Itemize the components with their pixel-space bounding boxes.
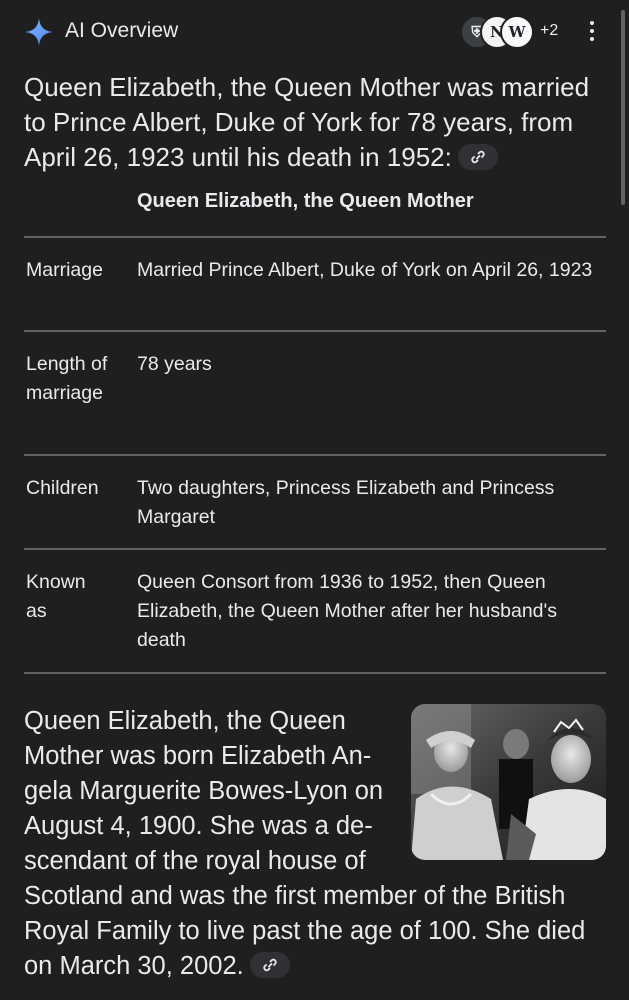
citation-link-button[interactable] <box>457 144 498 171</box>
ai-overview-header: AI Overview ⛨ N W +2 <box>24 14 614 50</box>
more-sources-count[interactable]: +2 <box>540 22 558 40</box>
table-row: Marriage Married Prince Albert, Duke of … <box>24 236 606 330</box>
row-label: Children <box>26 477 99 499</box>
table-row: Children Two daughters, Princess Elizabe… <box>24 454 606 548</box>
table-divider <box>24 672 606 674</box>
table-row: Known as Queen Consort from 1936 to 1952… <box>24 548 606 672</box>
bio-line: Mother was born Elizabeth An- <box>24 742 372 770</box>
table-title: Queen Elizabeth, the Queen Mother <box>137 190 474 212</box>
row-value: Queen Consort from 1936 to 1952, then Qu… <box>137 571 557 651</box>
wikipedia-icon[interactable]: W <box>500 15 534 49</box>
link-icon <box>471 150 485 164</box>
facts-table: Marriage Married Prince Albert, Duke of … <box>24 236 606 674</box>
sources-stack[interactable]: ⛨ N W +2 <box>460 15 570 49</box>
bio-line: gela Marguerite Bowes-Lyon on <box>24 777 384 805</box>
bio-line: Scotland and was the first member of the… <box>24 882 566 910</box>
ai-overview-title: AI Overview <box>65 19 179 42</box>
row-label: Marriage <box>26 259 103 281</box>
ai-sparkle-icon <box>25 18 53 46</box>
more-options-icon[interactable] <box>586 21 598 43</box>
row-label: Known as <box>26 571 86 622</box>
bio-line: Queen Elizabeth, the Queen <box>24 707 346 735</box>
row-value: 78 years <box>137 353 212 375</box>
bio-line: Royal Family to live past the age of 100… <box>24 917 586 945</box>
scrollbar[interactable] <box>621 10 625 205</box>
bio-line-last: on March 30, 2002. <box>24 949 616 984</box>
row-value: Married Prince Albert, Duke of York on A… <box>137 259 593 281</box>
link-icon <box>263 959 277 972</box>
bio-paragraph: Queen Elizabeth, the Queen Mother was bo… <box>24 704 616 984</box>
bio-line: on March 30, 2002. <box>24 952 244 980</box>
summary-text: Queen Elizabeth, the Queen Mother was ma… <box>24 72 590 172</box>
summary-paragraph: Queen Elizabeth, the Queen Mother was ma… <box>24 70 616 175</box>
table-row: Length of marriage 78 years <box>24 330 606 454</box>
bio-line: August 4, 1900. She was a de- <box>24 812 373 840</box>
row-label: Length of marriage <box>26 353 108 404</box>
bio-line: scendant of the royal house of <box>24 847 366 875</box>
citation-link-button[interactable] <box>249 952 290 979</box>
row-value: Two daughters, Princess Elizabeth and Pr… <box>137 477 555 528</box>
